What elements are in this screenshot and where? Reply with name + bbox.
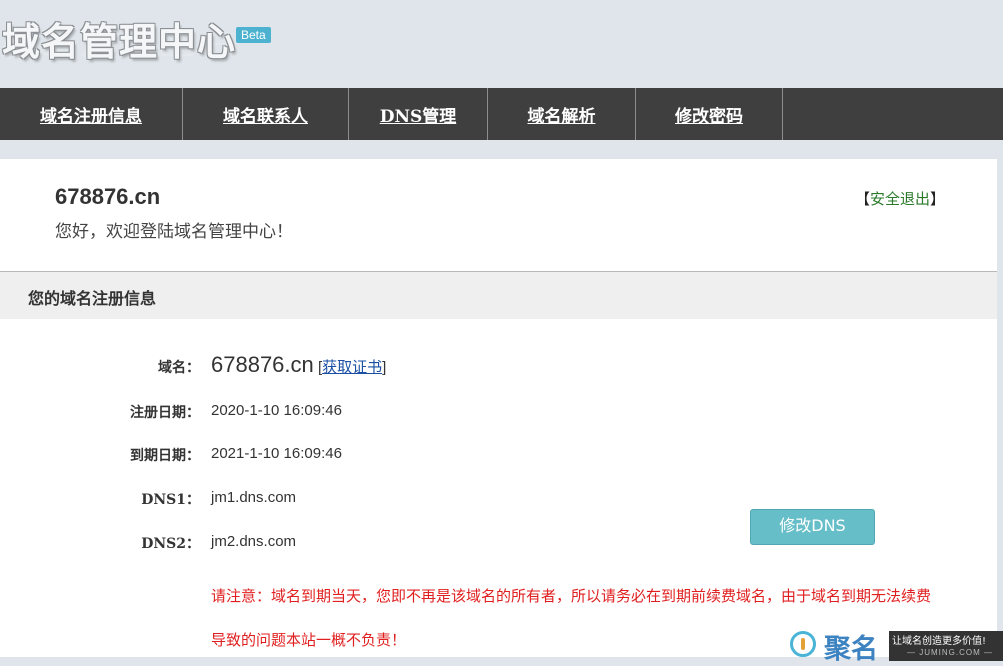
logout: 【安全退出】 (855, 188, 945, 209)
reg-date-value: 2020-1-10 16:09:46 (211, 402, 342, 419)
exp-date-value: 2021-1-10 16:09:46 (211, 445, 342, 462)
dns1-label: DNS1： (141, 492, 200, 508)
exp-date-label: 到期日期： (130, 448, 200, 464)
nav-contacts[interactable]: 域名联系人 (183, 88, 349, 140)
logo: 域名管理中心 (2, 20, 237, 64)
cert-bracket-close: ] (382, 359, 387, 376)
logout-link[interactable]: 安全退出 (870, 190, 930, 208)
domain-row: 678876.cn [获取证书] (211, 352, 386, 378)
dns1-value: jm1.dns.com (211, 489, 297, 506)
watermark: 聚名 让域名创造更多价值! — JUMING.COM — (786, 628, 1003, 665)
section-title: 您的域名注册信息 (28, 289, 157, 308)
account-domain: 678876.cn (55, 184, 161, 209)
juming-logo-icon (790, 631, 816, 657)
section-header: 您的域名注册信息 (0, 271, 997, 319)
dns2-value: jm2.dns.com (211, 533, 297, 550)
nav-change-password[interactable]: 修改密码 (636, 88, 783, 140)
watermark-brand: 聚名 (824, 634, 878, 665)
modify-dns-button[interactable]: 修改DNS (750, 509, 875, 545)
domain-label: 域名： (158, 360, 200, 376)
bracket-open: 【 (855, 190, 871, 208)
dns2-label: DNS2： (141, 536, 200, 552)
watermark-slogan: 让域名创造更多价值! (892, 636, 987, 647)
beta-badge: Beta (236, 27, 271, 43)
nav-domain-resolution[interactable]: 域名解析 (488, 88, 636, 140)
bracket-close: 】 (930, 190, 946, 208)
header: 域名管理中心 域名管理中心 Beta (0, 0, 1003, 88)
cert-link-wrap: [获取证书] (318, 359, 386, 376)
reg-date-label: 注册日期： (130, 405, 200, 421)
welcome-text: 您好，欢迎登陆域名管理中心！ (55, 222, 293, 242)
domain-value: 678876.cn (211, 352, 314, 377)
nav-dns-management[interactable]: DNS管理 (349, 88, 488, 140)
watermark-slogan-box: 让域名创造更多价值! — JUMING.COM — (889, 631, 1003, 661)
nav-registration-info[interactable]: 域名注册信息 (0, 88, 183, 140)
get-certificate-link[interactable]: 获取证书 (322, 359, 382, 376)
watermark-url: — JUMING.COM — (907, 648, 993, 657)
main-nav: 域名注册信息 域名联系人 DNS管理 域名解析 修改密码 (0, 88, 1003, 140)
